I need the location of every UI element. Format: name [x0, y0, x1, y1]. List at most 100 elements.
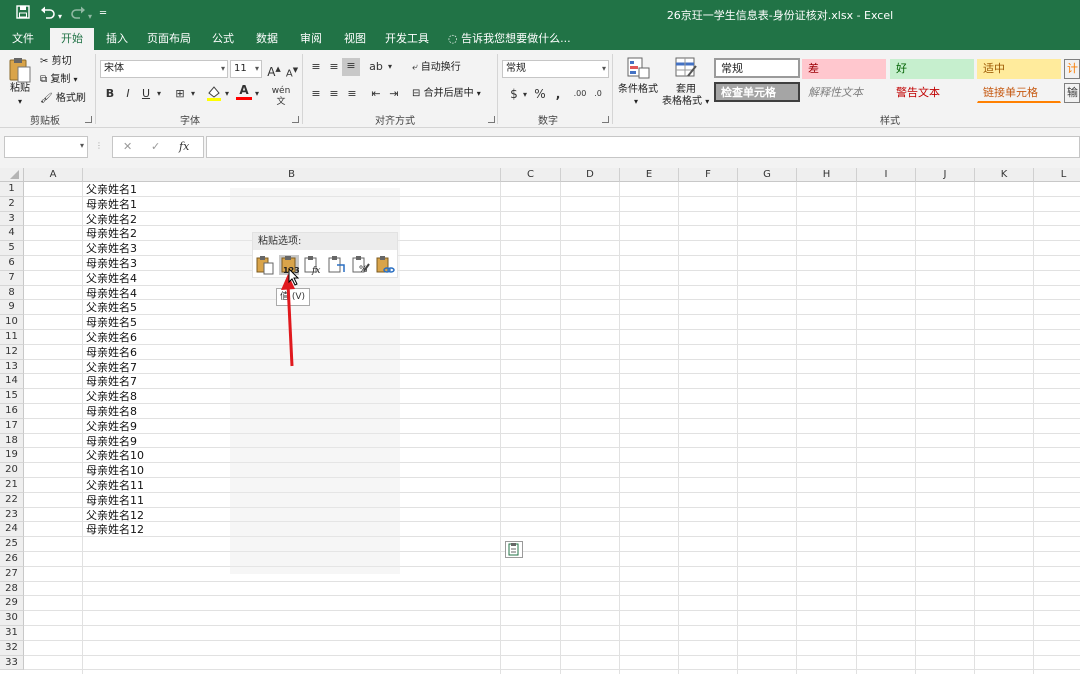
number-format-combo[interactable]: 常规 ▾: [502, 60, 609, 78]
tab-file[interactable]: 文件: [4, 28, 42, 50]
row-header[interactable]: 24: [0, 522, 24, 538]
style-input[interactable]: 输: [1064, 83, 1080, 103]
row-header[interactable]: 2: [0, 196, 24, 212]
bold-button[interactable]: B: [102, 86, 118, 102]
cell-b4[interactable]: 母亲姓名2: [86, 227, 137, 241]
row-header[interactable]: 5: [0, 241, 24, 256]
cell-b9[interactable]: 父亲姓名5: [86, 301, 137, 315]
row-header[interactable]: 3: [0, 211, 24, 227]
style-normal[interactable]: 常规: [714, 58, 800, 78]
cell-b10[interactable]: 母亲姓名5: [86, 316, 137, 330]
row-header[interactable]: 31: [0, 626, 24, 641]
tab-review[interactable]: 审阅: [292, 28, 330, 50]
grow-font-button[interactable]: A▲: [266, 61, 282, 79]
tab-page-layout[interactable]: 页面布局: [142, 28, 196, 50]
table-format-button[interactable]: 表格格式 ▾: [662, 95, 709, 109]
column-header-f[interactable]: F: [679, 168, 738, 182]
column-header-d[interactable]: D: [561, 168, 620, 182]
comma-button[interactable]: ,: [550, 86, 566, 102]
paste-formatting-icon[interactable]: %: [351, 255, 371, 275]
cell-b21[interactable]: 父亲姓名11: [86, 479, 144, 493]
row-header[interactable]: 23: [0, 507, 24, 523]
cell-b5[interactable]: 父亲姓名3: [86, 242, 137, 256]
font-color-dropdown-icon[interactable]: ▾: [252, 86, 262, 102]
column-header-k[interactable]: K: [975, 168, 1034, 182]
cancel-icon[interactable]: ✕: [123, 140, 132, 153]
paste-button[interactable]: 粘贴: [10, 82, 30, 96]
cell-b15[interactable]: 父亲姓名8: [86, 390, 137, 404]
enter-icon[interactable]: ✓: [151, 140, 160, 153]
increase-indent-icon[interactable]: ⇥: [386, 86, 402, 102]
font-color-button[interactable]: A: [236, 82, 252, 100]
cell-b12[interactable]: 母亲姓名6: [86, 346, 137, 360]
cell-b3[interactable]: 父亲姓名2: [86, 213, 137, 227]
style-calculation[interactable]: 计: [1064, 59, 1080, 79]
tab-developer[interactable]: 开发工具: [380, 28, 434, 50]
number-launcher-icon[interactable]: [602, 116, 609, 123]
tab-view[interactable]: 视图: [336, 28, 374, 50]
font-launcher-icon[interactable]: [292, 116, 299, 123]
fill-dropdown-icon[interactable]: ▾: [222, 86, 232, 102]
merge-center-button[interactable]: ⊟ 合并后居中 ▾: [412, 87, 481, 101]
column-header-h[interactable]: H: [797, 168, 857, 182]
shrink-font-button[interactable]: A▼: [284, 62, 300, 79]
align-middle-icon[interactable]: ≡: [326, 59, 342, 75]
conditional-format-icon[interactable]: [626, 56, 650, 83]
cell-b7[interactable]: 父亲姓名4: [86, 272, 137, 286]
cell-b11[interactable]: 父亲姓名6: [86, 331, 137, 345]
row-header[interactable]: 25: [0, 537, 24, 552]
italic-button[interactable]: I: [120, 86, 136, 102]
align-center-icon[interactable]: ≡: [326, 86, 342, 102]
cell-b19[interactable]: 父亲姓名10: [86, 449, 144, 463]
name-box[interactable]: ▾: [4, 136, 88, 158]
align-right-icon[interactable]: ≡: [344, 86, 360, 102]
cell-b18[interactable]: 母亲姓名9: [86, 435, 137, 449]
column-header-c[interactable]: C: [501, 168, 561, 182]
row-header[interactable]: 10: [0, 315, 24, 330]
style-bad[interactable]: 差: [802, 59, 886, 79]
align-bottom-icon[interactable]: ≡: [342, 58, 360, 76]
row-header[interactable]: 4: [0, 226, 24, 242]
orientation-dropdown-icon[interactable]: ▾: [385, 59, 395, 75]
wrap-text-button[interactable]: ⤶ 自动换行: [412, 61, 461, 75]
row-header[interactable]: 16: [0, 404, 24, 419]
column-header-b[interactable]: B: [83, 168, 501, 182]
underline-button[interactable]: U: [138, 86, 154, 102]
cell-b20[interactable]: 母亲姓名10: [86, 464, 144, 478]
row-header[interactable]: 21: [0, 478, 24, 493]
paste-ctrl-icon[interactable]: [505, 541, 523, 558]
cell-b8[interactable]: 母亲姓名4: [86, 287, 137, 301]
cell-b24[interactable]: 母亲姓名12: [86, 523, 144, 537]
row-header[interactable]: 27: [0, 566, 24, 582]
column-header-e[interactable]: E: [620, 168, 679, 182]
borders-icon[interactable]: ⊞: [172, 86, 188, 102]
tab-formulas[interactable]: 公式: [204, 28, 242, 50]
style-neutral[interactable]: 适中: [977, 59, 1061, 79]
cell-b1[interactable]: 父亲姓名1: [86, 183, 137, 197]
row-header[interactable]: 7: [0, 270, 24, 286]
row-header[interactable]: 17: [0, 418, 24, 434]
increase-decimal-icon[interactable]: .00: [572, 86, 588, 102]
cell-b6[interactable]: 母亲姓名3: [86, 257, 137, 271]
cell-b14[interactable]: 母亲姓名7: [86, 375, 137, 389]
row-header[interactable]: 22: [0, 492, 24, 508]
row-header[interactable]: 9: [0, 300, 24, 316]
insert-function-icon[interactable]: fx: [179, 140, 189, 153]
font-size-combo[interactable]: 11 ▾: [230, 60, 262, 78]
column-header-i[interactable]: I: [857, 168, 916, 182]
row-header[interactable]: 26: [0, 552, 24, 567]
font-name-combo[interactable]: 宋体 ▾: [100, 60, 228, 78]
table-format-icon[interactable]: [674, 56, 698, 83]
cell-b23[interactable]: 父亲姓名12: [86, 509, 144, 523]
paste-transpose-icon[interactable]: [327, 255, 347, 275]
percent-button[interactable]: %: [532, 86, 548, 102]
alignment-launcher-icon[interactable]: [488, 116, 495, 123]
align-top-icon[interactable]: ≡: [308, 59, 324, 75]
worksheet-grid[interactable]: ABCDEFGHIJKL 1 2 3 4 5 6 7 8 9 10 11 12 13 14 15 16 17 18…: [0, 168, 1080, 674]
style-warning[interactable]: 警告文本: [890, 83, 974, 103]
row-header[interactable]: 28: [0, 581, 24, 597]
orientation-icon[interactable]: ab: [368, 59, 384, 75]
conditional-format-dropdown-icon[interactable]: ▾: [634, 95, 638, 109]
row-header[interactable]: 19: [0, 448, 24, 464]
row-header[interactable]: 14: [0, 374, 24, 390]
